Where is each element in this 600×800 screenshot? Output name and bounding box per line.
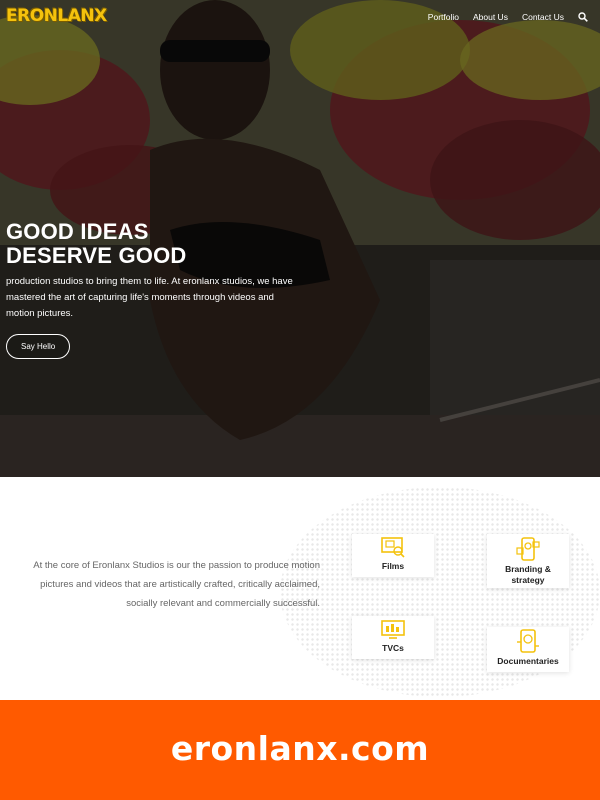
service-card-documentaries[interactable]: Documentaries xyxy=(487,627,569,672)
hero-title-line-2: DESERVE GOOD xyxy=(6,243,187,268)
search-icon[interactable] xyxy=(578,12,588,22)
say-hello-button[interactable]: Say Hello xyxy=(6,334,71,359)
hero-content: GOOD IDEAS DESERVE GOOD production studi… xyxy=(6,220,306,359)
website-banner: eronlanx.com xyxy=(0,700,600,800)
service-card-tvcs[interactable]: TVCs xyxy=(352,616,434,659)
hero-title: GOOD IDEAS DESERVE GOOD xyxy=(6,220,306,268)
brand-logo[interactable]: ERONLANX xyxy=(6,6,107,26)
nav-links: Portfolio About Us Contact Us xyxy=(428,12,588,22)
service-card-tvcs-label: TVCs xyxy=(382,643,404,653)
service-card-branding-label: Branding & strategy xyxy=(505,564,551,585)
service-card-films[interactable]: Films xyxy=(352,534,434,577)
hero-section: ERONLANX Portfolio About Us Contact Us G… xyxy=(0,0,600,477)
website-url-text: eronlanx.com xyxy=(170,729,430,768)
service-card-films-label: Films xyxy=(381,561,405,571)
service-card-documentaries-label: Documentaries xyxy=(497,656,559,666)
top-navigation: ERONLANX Portfolio About Us Contact Us xyxy=(0,0,600,36)
services-intro-text: At the core of Eronlanx Studios is our t… xyxy=(33,560,320,609)
nav-portfolio-link[interactable]: Portfolio xyxy=(428,12,459,22)
services-section: At the core of Eronlanx Studios is our t… xyxy=(0,477,600,700)
service-card-branding[interactable]: Branding & strategy xyxy=(487,534,569,588)
tv-icon xyxy=(381,620,405,639)
nav-contact-us-link[interactable]: Contact Us xyxy=(522,12,564,22)
nav-about-us-link[interactable]: About Us xyxy=(473,12,508,22)
hero-title-line-1: GOOD IDEAS xyxy=(6,219,149,244)
hero-description: production studios to bring them to life… xyxy=(6,276,293,319)
film-icon xyxy=(381,537,405,558)
documentary-icon xyxy=(517,629,539,653)
branding-icon xyxy=(516,537,540,561)
